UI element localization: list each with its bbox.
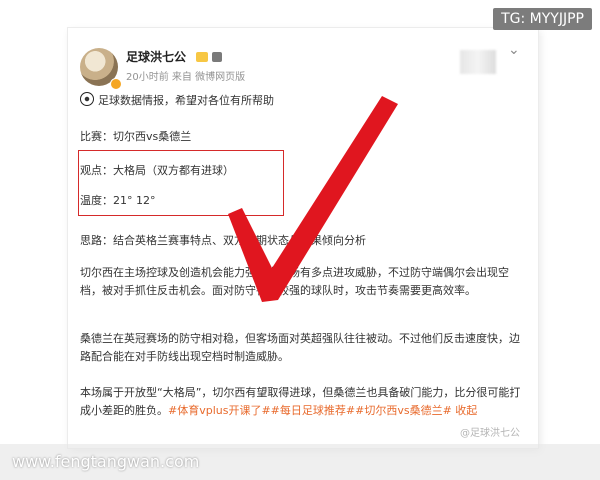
tg-label: TG: MYYJJPP [493, 8, 592, 30]
member-badge-icon [196, 52, 208, 62]
paragraph-summary: 本场属于开放型“大格局”，切尔西有望取得进球，但桑德兰也具备破门能力，比分很可能… [80, 384, 530, 420]
level-badge-icon [212, 52, 222, 62]
author-name[interactable]: 足球洪七公 [126, 48, 186, 65]
verified-badge-icon [110, 78, 122, 90]
blurred-thumbnail [460, 50, 496, 74]
view-line: 观点：大格局（双方都有进球） [80, 164, 234, 177]
site-banner: www.fengtangwan.com [0, 444, 600, 480]
intro-line: 足球数据情报，希望对各位有所帮助 [80, 92, 274, 108]
match-line: 比赛：切尔西vs桑德兰 [80, 130, 192, 143]
paragraph-sunderland: 桑德兰在英冠赛场的防守相对稳，但客场面对英超强队往往被动。不过他们反击速度快，边… [80, 332, 520, 363]
weibo-watermark: @足球洪七公 [460, 428, 520, 439]
soccer-ball-icon [80, 92, 94, 106]
intro-text: 足球数据情报，希望对各位有所帮助 [98, 94, 274, 107]
site-label: www.fengtangwan.com [12, 452, 200, 471]
hashtags-link[interactable]: #体育vplus开课了##每日足球推荐##切尔西vs桑德兰# 收起 [168, 404, 477, 417]
chevron-down-icon[interactable]: ⌄ [508, 42, 520, 58]
post-meta: 20小时前 来自 微博网页版 [126, 72, 246, 83]
temperature-line: 温度：21° 12° [80, 194, 156, 207]
weibo-post-card: 足球洪七公 20小时前 来自 微博网页版 ⌄ 足球数据情报，希望对各位有所帮助 … [68, 28, 538, 448]
thoughts-line: 思路：结合英格兰赛事特点、双方近期状态与赛果倾向分析 [80, 234, 366, 247]
paragraph-chelsea: 切尔西在主场控球及创造机会能力强，中前场有多点进攻威胁，不过防守端偶尔会出现空档… [80, 266, 509, 297]
